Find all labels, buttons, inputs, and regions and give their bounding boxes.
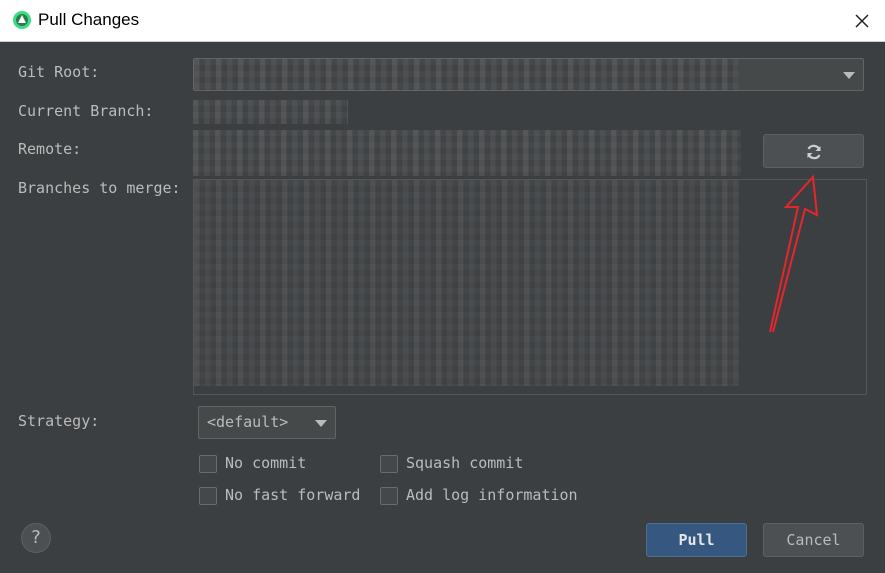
squash-commit-option[interactable]: Squash commit xyxy=(380,454,560,475)
no-fast-forward-checkbox[interactable] xyxy=(199,487,217,505)
squash-commit-label: Squash commit xyxy=(406,454,524,472)
current-branch-label: Current Branch: xyxy=(18,102,154,120)
current-branch-value-redacted xyxy=(193,100,348,124)
add-log-information-option[interactable]: Add log information xyxy=(380,486,590,507)
squash-commit-checkbox[interactable] xyxy=(380,455,398,473)
strategy-label: Strategy: xyxy=(18,412,100,430)
no-fast-forward-label: No fast forward xyxy=(225,486,361,504)
remote-label: Remote: xyxy=(18,140,82,158)
strategy-combo[interactable]: <default> xyxy=(198,406,336,439)
refresh-icon xyxy=(807,144,821,160)
close-icon[interactable] xyxy=(847,6,877,36)
pull-button[interactable]: Pull xyxy=(646,523,747,557)
no-commit-option[interactable]: No commit xyxy=(199,454,359,475)
android-studio-icon xyxy=(13,11,31,29)
add-log-information-label: Add log information xyxy=(406,486,578,504)
chevron-down-icon xyxy=(843,71,855,79)
remote-combo-redacted[interactable] xyxy=(193,130,741,176)
chevron-down-icon xyxy=(315,419,327,427)
git-root-label: Git Root: xyxy=(18,63,100,81)
branches-to-merge-label: Branches to merge: xyxy=(18,179,181,197)
git-root-combo[interactable] xyxy=(193,58,864,91)
no-fast-forward-option[interactable]: No fast forward xyxy=(199,486,369,507)
no-commit-checkbox[interactable] xyxy=(199,455,217,473)
window-title: Pull Changes xyxy=(38,10,140,29)
git-root-value-redacted xyxy=(194,59,739,90)
help-button[interactable]: ? xyxy=(21,523,51,553)
cancel-button[interactable]: Cancel xyxy=(763,523,864,557)
annotation-arrow xyxy=(769,174,819,333)
strategy-value: <default> xyxy=(207,413,289,431)
refresh-button[interactable] xyxy=(763,134,864,168)
add-log-information-checkbox[interactable] xyxy=(380,487,398,505)
pull-changes-dialog: Git Root: Current Branch: Remote: Branch… xyxy=(0,42,885,573)
title-bar: Pull Changes xyxy=(0,0,885,42)
no-commit-label: No commit xyxy=(225,454,307,472)
branches-list-redacted xyxy=(194,180,739,386)
